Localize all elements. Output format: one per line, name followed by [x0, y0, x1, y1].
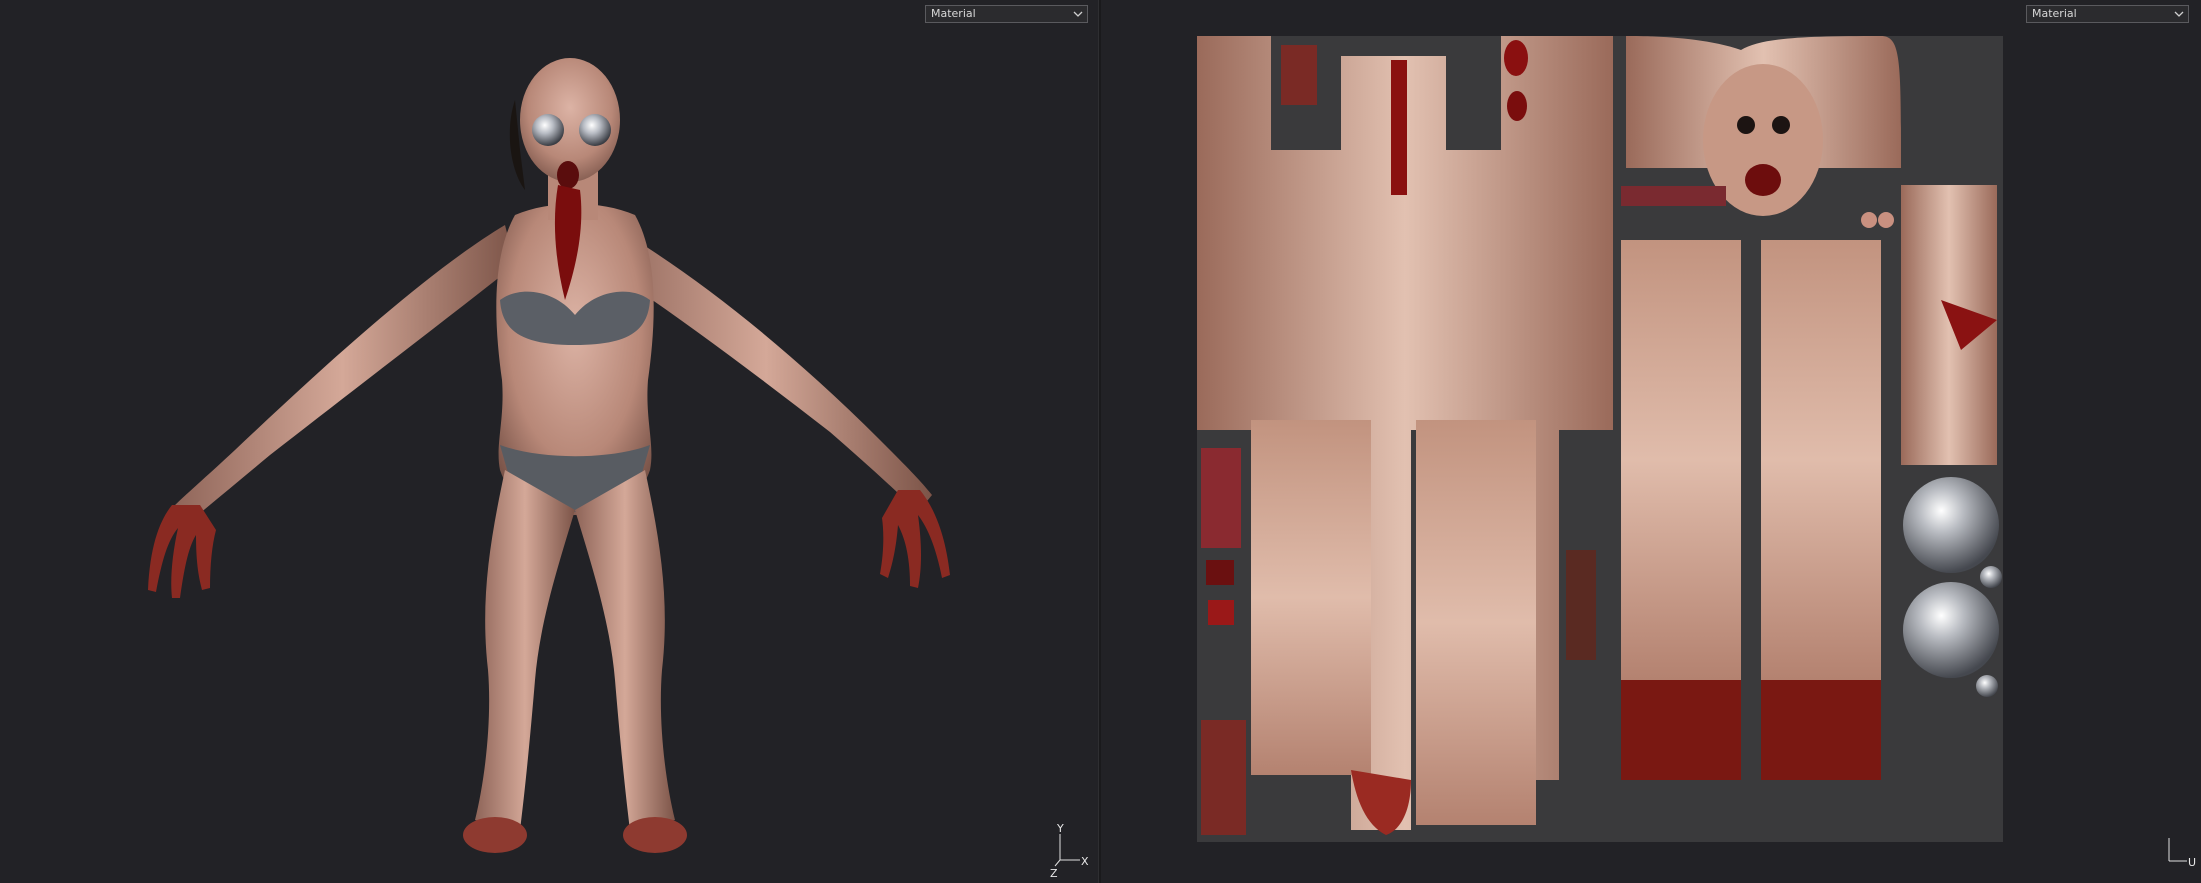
- axis-label-z: Z: [1050, 867, 1058, 878]
- uv-display-mode-dropdown[interactable]: Material: [2026, 5, 2189, 23]
- uv-viewport[interactable]: Material U: [1101, 0, 2201, 883]
- uv-eye-sphere-2: [1903, 582, 1999, 678]
- axis-label-u: U: [2188, 856, 2196, 869]
- chevron-down-icon: [2174, 11, 2184, 17]
- app-window: Material Y X Z Material U: [0, 0, 2201, 883]
- axis-label-x: X: [1081, 855, 1089, 868]
- uv-arm-left: [1621, 240, 1741, 680]
- zombie-model-render: [148, 58, 950, 853]
- shading-mode-label: Material: [931, 7, 976, 20]
- uv-axis-gizmo-icon: U: [2161, 828, 2201, 869]
- shading-mode-dropdown[interactable]: Material: [925, 5, 1088, 23]
- uv-texture-map: [1197, 36, 2003, 842]
- uv-display-mode-label: Material: [2032, 7, 2077, 20]
- chevron-down-icon: [1073, 11, 1083, 17]
- uv-arm-right: [1761, 240, 1881, 680]
- axis-label-y: Y: [1056, 822, 1064, 835]
- uv-eye-sphere-1: [1903, 477, 1999, 573]
- 3d-viewport[interactable]: Material Y X Z: [0, 0, 1098, 883]
- axis-gizmo-icon: Y X Z: [1050, 822, 1090, 880]
